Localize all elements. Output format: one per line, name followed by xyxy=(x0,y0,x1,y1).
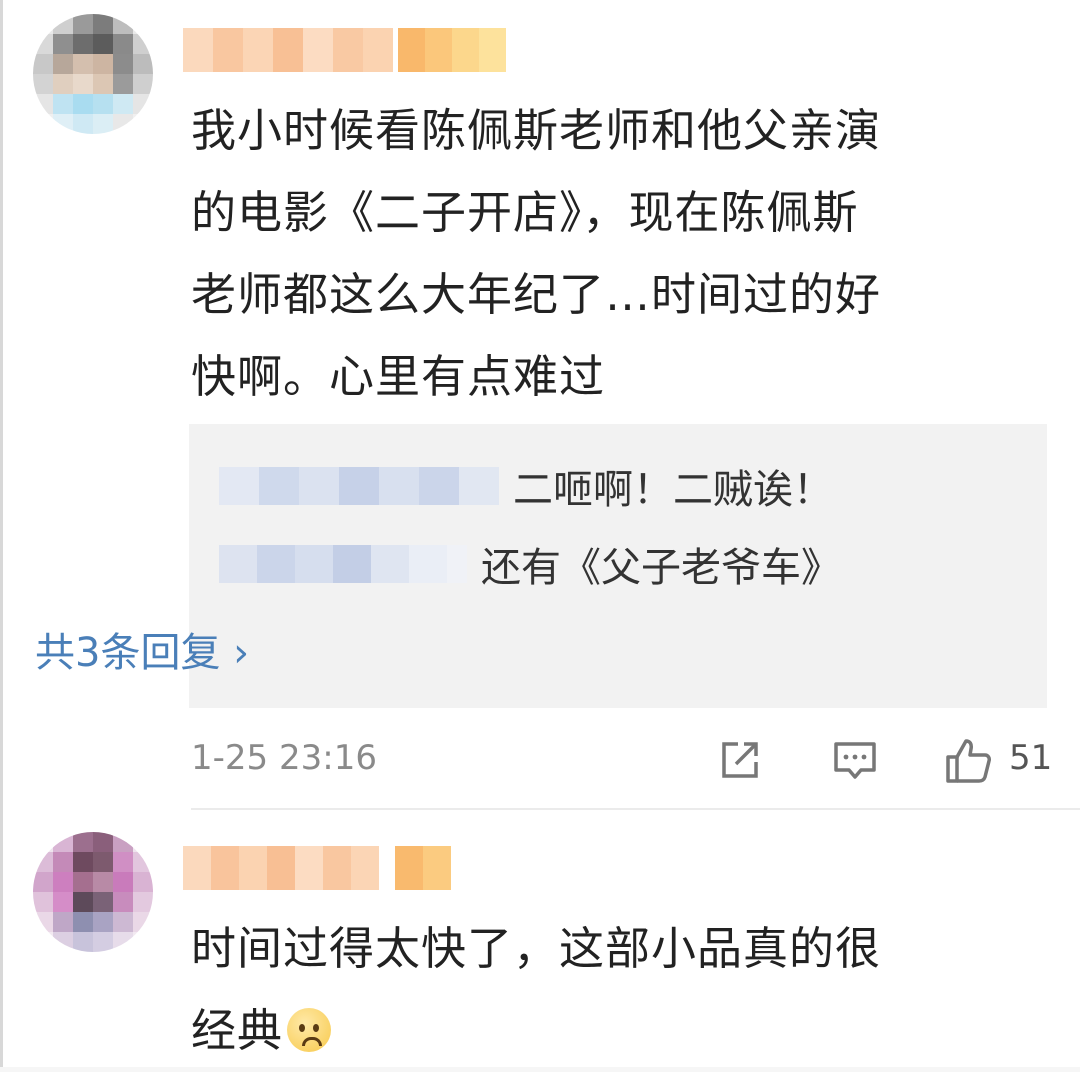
avatar[interactable] xyxy=(33,832,153,952)
username-blurred[interactable] xyxy=(183,28,393,72)
comment-footer: 1-25 23:16 51 xyxy=(191,728,1052,792)
reply-item[interactable]: 二咂啊！二贼诶！ xyxy=(219,456,833,516)
thumbs-up-icon[interactable] xyxy=(943,736,993,786)
comment-text: 我小时候看陈佩斯老师和他父亲演 的电影《二子开店》，现在陈佩斯 老师都这么大年纪… xyxy=(191,104,882,403)
share-icon[interactable] xyxy=(716,736,764,784)
view-all-replies-link[interactable]: 共3条回复 › xyxy=(35,620,249,678)
reply-username-blurred[interactable] xyxy=(219,467,499,505)
timestamp: 1-25 23:16 xyxy=(191,738,377,778)
reply-item[interactable]: 还有《父子老爷车》 xyxy=(219,534,841,594)
divider xyxy=(191,808,1080,810)
user-badge-blurred xyxy=(398,28,506,72)
reply-text: 二咂啊！二贼诶！ xyxy=(513,467,833,513)
replies-preview[interactable]: 二咂啊！二贼诶！ 还有《父子老爷车》 xyxy=(189,424,1047,708)
user-badge-blurred xyxy=(395,846,451,890)
sad-face-emoji-icon xyxy=(287,1008,332,1052)
reply-username-blurred[interactable] xyxy=(219,545,467,583)
comment-list: 我小时候看陈佩斯老师和他父亲演 的电影《二子开店》，现在陈佩斯 老师都这么大年纪… xyxy=(3,0,1080,1067)
comment-icon[interactable] xyxy=(831,736,879,784)
comment-text: 时间过得太快了，这部小品真的很 经典 xyxy=(191,922,882,1057)
like-count: 51 xyxy=(1009,738,1053,778)
username-blurred[interactable] xyxy=(183,846,379,890)
reply-text: 还有《父子老爷车》 xyxy=(481,545,841,591)
avatar[interactable] xyxy=(33,14,153,134)
